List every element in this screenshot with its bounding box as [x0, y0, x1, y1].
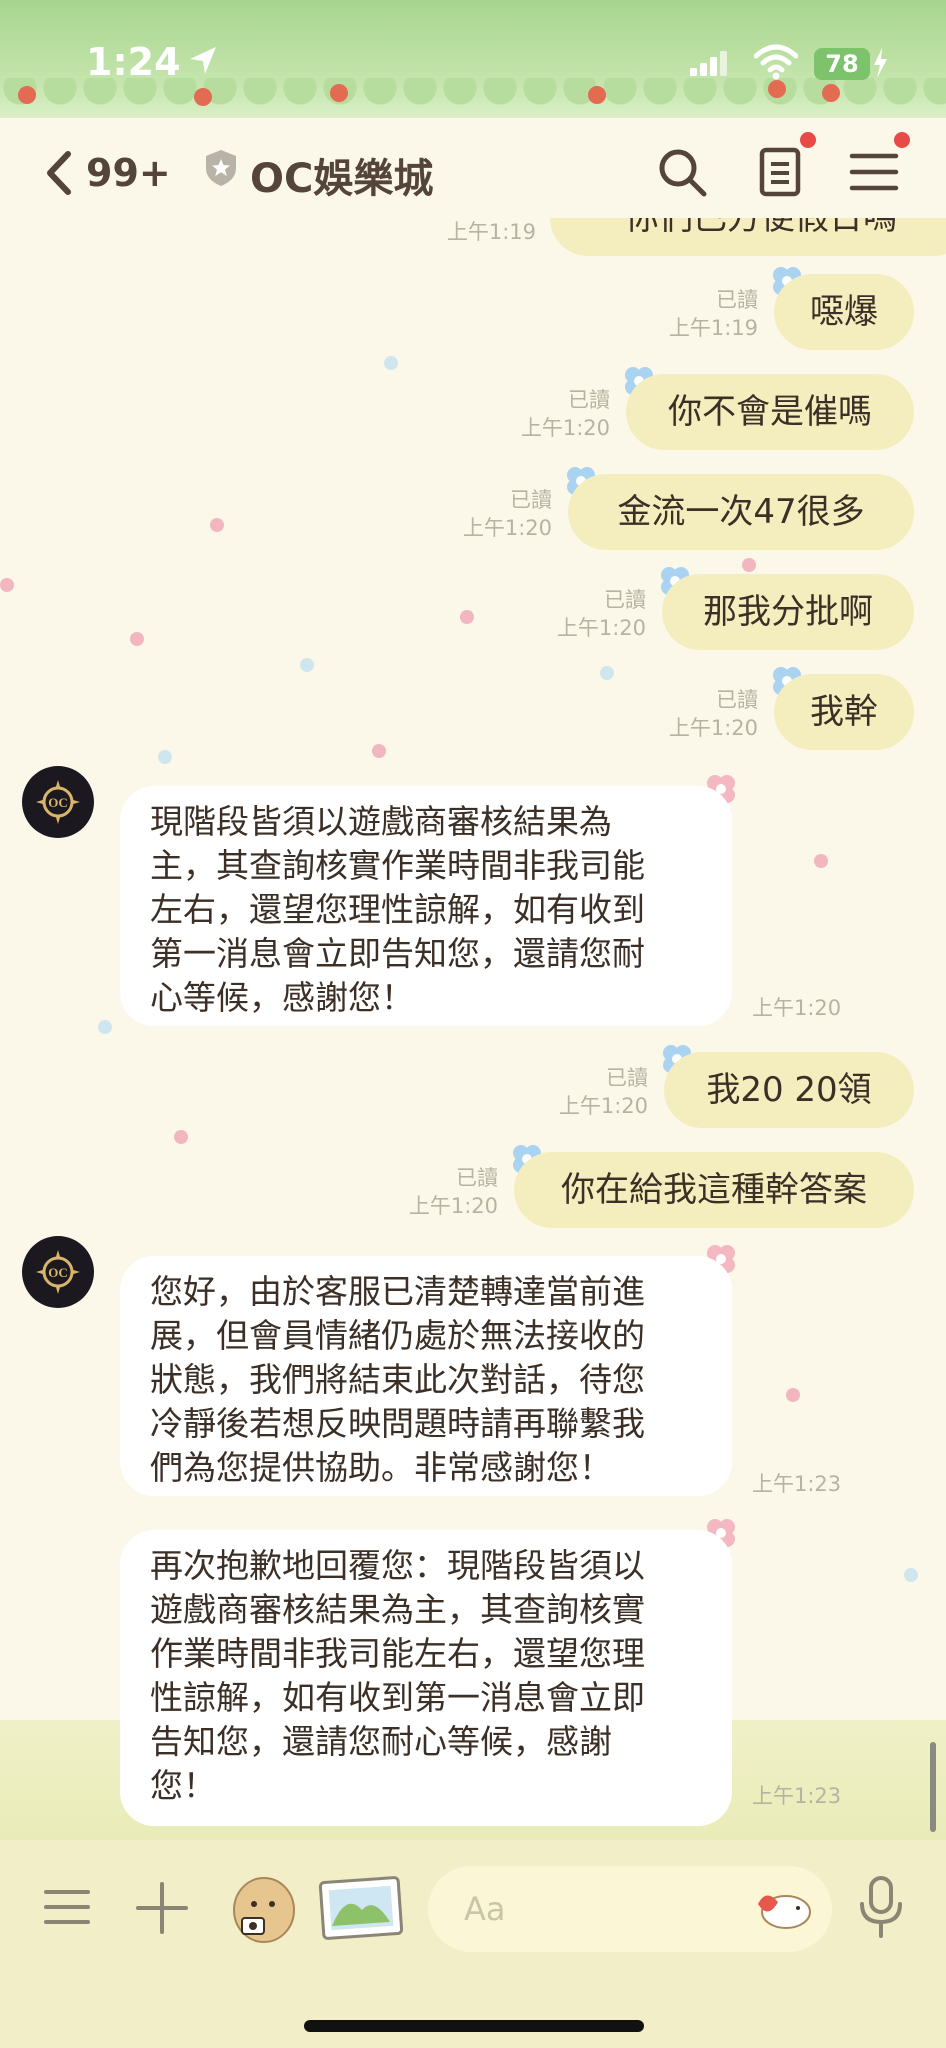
sent-message[interactable]: 那我分批啊	[662, 574, 914, 650]
message-meta: 已讀上午1:20	[598, 686, 758, 742]
chevron-left-icon	[47, 151, 71, 195]
dot-decoration	[174, 1130, 188, 1144]
input-bar: Aa	[0, 1840, 946, 2048]
chat-area[interactable]: 你們已方便假日嗎 上午1:19 噁爆 已讀 上午1:19 你不會是催嗎 已讀 上午1…	[0, 218, 946, 1840]
notes-icon[interactable]	[752, 144, 808, 200]
apple-decoration	[330, 84, 348, 102]
message-time: 上午1:20	[558, 1094, 648, 1118]
notes-badge	[800, 132, 816, 148]
location-arrow-icon	[190, 47, 216, 74]
menu-icon[interactable]	[846, 144, 902, 200]
message-time: 上午1:20	[556, 616, 646, 640]
official-shield-icon	[206, 150, 236, 186]
message-meta: 已讀上午1:20	[392, 486, 552, 542]
message-time: 上午1:20	[520, 416, 610, 440]
battery-indicator: 78	[814, 48, 870, 80]
menu-badge	[894, 132, 910, 148]
read-receipt: 已讀	[604, 588, 646, 612]
message-time: 上午1:20	[752, 996, 842, 1020]
apple-decoration	[18, 86, 36, 104]
menu-toggle-icon[interactable]	[42, 1882, 92, 1932]
back-button[interactable]: 99+	[44, 148, 184, 198]
sent-message-partial[interactable]: 你們已方便假日嗎	[550, 218, 946, 256]
read-receipt: 已讀	[568, 388, 610, 412]
dot-decoration	[158, 750, 172, 764]
chat-header: 99+ OC娛樂城	[0, 118, 946, 218]
dot-decoration	[130, 632, 144, 646]
unread-count: 99+	[86, 151, 171, 195]
read-receipt: 已讀	[456, 1166, 498, 1190]
dot-decoration	[0, 578, 14, 592]
oc-logo-icon: OC	[36, 1250, 80, 1294]
chat-title: OC娛樂城	[250, 156, 434, 202]
dot-decoration	[786, 1388, 800, 1402]
message-meta: 已讀上午1:20	[338, 1164, 498, 1220]
message-text: 你們已方便假日嗎	[625, 218, 897, 238]
dot-decoration	[814, 854, 828, 868]
photo-sticker-icon[interactable]	[316, 1872, 406, 1942]
signal-icon	[690, 51, 727, 76]
apple-decoration	[768, 80, 786, 98]
camera-sticker-icon[interactable]	[228, 1866, 300, 1946]
received-message[interactable]: 現階段皆須以遊戲商審核結果為 主，其查詢核實作業時間非我司能 左右，還望您理性諒…	[120, 786, 732, 1026]
sent-message[interactable]: 噁爆	[774, 274, 914, 350]
search-icon[interactable]	[654, 144, 710, 200]
dot-decoration	[742, 558, 756, 572]
received-message[interactable]: 再次抱歉地回覆您：現階段皆須以 遊戲商審核結果為主，其查詢核實 作業時間非我司能…	[120, 1530, 732, 1826]
message-meta: 已讀上午1:19	[600, 286, 758, 342]
apple-decoration	[194, 88, 212, 106]
dot-decoration	[600, 666, 614, 680]
status-time: 1:24	[86, 40, 181, 84]
read-receipt: 已讀	[606, 1066, 648, 1090]
message-time: 上午1:20	[668, 716, 758, 740]
message-time: 上午1:20	[408, 1194, 498, 1218]
avatar[interactable]: OC	[22, 1236, 94, 1308]
dot-decoration	[300, 658, 314, 672]
dot-decoration	[372, 744, 386, 758]
emoji-sticker-icon[interactable]	[752, 1884, 814, 1932]
svg-text:OC: OC	[48, 1265, 68, 1280]
dot-decoration	[98, 1020, 112, 1034]
charging-bolt-icon	[874, 48, 887, 78]
avatar[interactable]: OC	[22, 766, 94, 838]
sent-message[interactable]: 你在給我這種幹答案	[514, 1152, 914, 1228]
apple-decoration	[822, 84, 840, 102]
read-receipt: 已讀	[716, 288, 758, 312]
message-time: 上午1:23	[752, 1472, 842, 1496]
status-bar: 1:24 78	[0, 0, 946, 124]
message-time: 上午1:19	[668, 316, 758, 340]
dot-decoration	[210, 518, 224, 532]
message-meta: 已讀上午1:20	[488, 1064, 648, 1120]
svg-text:OC: OC	[48, 795, 68, 810]
message-meta: 已讀上午1:20	[450, 386, 610, 442]
microphone-icon[interactable]	[856, 1874, 906, 1940]
sent-message[interactable]: 我20 20領	[664, 1052, 914, 1128]
message-time: 上午1:20	[462, 516, 552, 540]
scrollbar-thumb[interactable]	[930, 1742, 936, 1832]
received-message[interactable]: 您好，由於客服已清楚轉達當前進 展，但會員情緒仍處於無法接收的 狀態，我們將結束…	[120, 1256, 732, 1496]
sent-message[interactable]: 我幹	[774, 674, 914, 750]
sent-message[interactable]: 你不會是催嗎	[626, 374, 914, 450]
add-icon[interactable]	[134, 1880, 190, 1936]
home-indicator[interactable]	[304, 2020, 644, 2032]
message-meta: 已讀上午1:20	[486, 586, 646, 642]
dot-decoration	[384, 356, 398, 370]
message-time: 上午1:19	[446, 220, 536, 244]
apple-decoration	[588, 86, 606, 104]
wifi-icon	[754, 44, 798, 80]
sent-message[interactable]: 金流一次47很多	[568, 474, 914, 550]
read-receipt: 已讀	[716, 688, 758, 712]
oc-logo-icon: OC	[36, 780, 80, 824]
read-receipt: 已讀	[510, 488, 552, 512]
dot-decoration	[904, 1568, 918, 1582]
message-time: 上午1:23	[752, 1784, 842, 1808]
dot-decoration	[460, 610, 474, 624]
